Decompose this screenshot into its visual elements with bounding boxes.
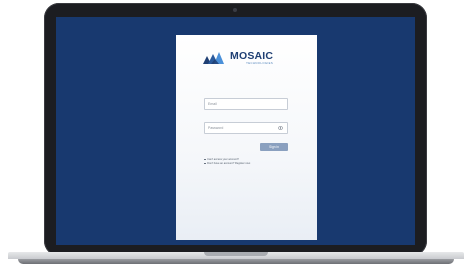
brand-name: MOSAIC bbox=[230, 49, 274, 62]
laptop-lid: MOSAIC TECHNOLOGIES Email Password Sign … bbox=[44, 3, 427, 256]
sign-in-button[interactable]: Sign in bbox=[260, 143, 288, 151]
laptop-base bbox=[0, 252, 472, 269]
laptop-bottom bbox=[18, 259, 454, 264]
register-link-row[interactable]: Don't have an account? Register now. bbox=[204, 162, 251, 166]
email-field[interactable]: Email bbox=[204, 98, 288, 110]
brand-tagline: TECHNOLOGIES bbox=[246, 61, 274, 66]
login-card: MOSAIC TECHNOLOGIES Email Password Sign … bbox=[176, 35, 317, 240]
eye-icon[interactable] bbox=[278, 126, 283, 130]
bullet-icon bbox=[204, 158, 206, 161]
mosaic-logo-icon bbox=[203, 52, 224, 64]
laptop-screen: MOSAIC TECHNOLOGIES Email Password Sign … bbox=[56, 17, 415, 245]
forgot-account-link[interactable]: Can't access your account? bbox=[207, 158, 239, 161]
bullet-icon bbox=[204, 162, 206, 165]
help-links: Can't access your account? Don't have an… bbox=[204, 158, 251, 166]
password-field[interactable]: Password bbox=[204, 122, 288, 134]
register-link[interactable]: Don't have an account? Register now. bbox=[207, 162, 251, 165]
password-placeholder: Password bbox=[208, 126, 224, 130]
brand-logo: MOSAIC TECHNOLOGIES bbox=[203, 48, 273, 68]
email-placeholder: Email bbox=[208, 102, 217, 106]
laptop-notch bbox=[204, 252, 268, 256]
camera-icon bbox=[233, 8, 237, 12]
